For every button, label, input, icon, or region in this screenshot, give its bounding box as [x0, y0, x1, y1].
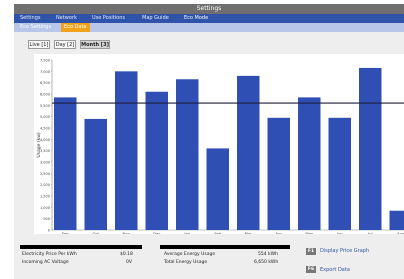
y-tick-label: 2,500 [40, 172, 50, 176]
usage-bar-chart: Usage (kw) 0 500 1,000 1,500 2,000 2,500 3,000 3… [36, 59, 404, 234]
x-tick-label: Oct [92, 231, 99, 234]
voltage-value: 0V [126, 260, 132, 265]
x-tick-label: Jan [183, 231, 190, 234]
bar-jul [359, 67, 382, 230]
y-tick-label: 2,000 [40, 183, 50, 187]
subtab-bar: Eco Settings Eco Data [14, 23, 404, 32]
y-tick-label: 1,000 [40, 206, 50, 210]
bar-nov [115, 71, 138, 230]
x-tick-label: Apr [275, 231, 282, 234]
avg-usage-value: 554 kWh [258, 252, 278, 257]
y-tick-label: 6,000 [40, 93, 50, 97]
total-usage-label: Total Energy Usage [164, 260, 208, 265]
menu-bar: Settings Network Use Positions Map Guide… [14, 14, 404, 23]
menu-item-settings[interactable]: Settings [20, 14, 41, 23]
y-tick-label: 5,500 [40, 104, 50, 108]
y-tick-label: 3,000 [40, 161, 50, 165]
bar-mar [237, 75, 260, 230]
range-month-button[interactable]: Month [3] [80, 40, 110, 49]
voltage-label: Incoming AC Voltage [22, 260, 69, 265]
f1-key-icon: F1 [306, 248, 316, 255]
total-usage-value: 6,650 kWh [254, 260, 279, 265]
bar-dec [145, 91, 168, 230]
price-value: $0.18 [120, 252, 133, 257]
x-tick-label: Dec [153, 231, 160, 234]
x-tick-label: Jul [367, 231, 373, 234]
menu-item-eco-mode[interactable]: Eco Mode [184, 14, 208, 23]
bar-feb [206, 148, 229, 230]
x-tick-label: Mar [245, 231, 253, 234]
range-live-button[interactable]: Live [1] [28, 40, 50, 49]
bar-sep [54, 97, 77, 231]
x-tick-label: Nov [123, 231, 131, 234]
x-tick-label: Jun [336, 231, 344, 234]
bar-jan [176, 79, 199, 230]
export-data-button[interactable]: Export Data [320, 267, 350, 273]
display-price-graph-button[interactable]: Display Price Graph [320, 248, 369, 254]
x-tick-label: Sep [62, 231, 70, 234]
bar-apr [267, 117, 290, 230]
bar-jun [328, 117, 351, 230]
y-tick-label: 7,500 [40, 59, 50, 63]
y-tick-label: 500 [43, 217, 50, 221]
footer-divider-right [160, 245, 290, 249]
y-tick-label: 7,000 [40, 70, 50, 74]
y-tick-label: 4,000 [40, 138, 50, 142]
y-tick-label: 3,500 [40, 149, 50, 153]
subtab-eco-settings[interactable]: Eco Settings [20, 23, 51, 32]
y-tick-label: 6,500 [40, 81, 50, 85]
x-tick-label: May [305, 231, 314, 234]
bar-oct [84, 118, 107, 230]
y-tick-label: 4,500 [40, 127, 50, 131]
usage-chart: Usage (kw) 0 500 1,000 1,500 2,000 2,500 3,000 3… [34, 54, 404, 234]
x-tick-label: Feb [214, 231, 221, 234]
x-tick-label: Aug [397, 231, 404, 234]
window-title: Settings [14, 4, 404, 14]
menu-item-network[interactable]: Network [56, 14, 77, 23]
menu-item-use-positions[interactable]: Use Positions [92, 14, 125, 23]
y-tick-label: 1,500 [40, 195, 50, 199]
price-label: Electricity Price Per kWh [22, 252, 77, 257]
footer-divider-left [20, 245, 142, 249]
f6-key-icon: F6 [306, 266, 316, 273]
avg-usage-label: Average Energy Usage [164, 252, 216, 257]
range-day-button[interactable]: Day [2] [54, 40, 76, 49]
y-tick-label: 0 [48, 229, 50, 233]
bar-aug [389, 210, 404, 230]
y-axis-label: Usage (kw) [36, 132, 42, 157]
subtab-eco-data[interactable]: Eco Data [61, 23, 90, 32]
bar-may [298, 97, 321, 231]
menu-item-map-guide[interactable]: Map Guide [142, 14, 169, 23]
y-tick-label: 5,000 [40, 115, 50, 119]
